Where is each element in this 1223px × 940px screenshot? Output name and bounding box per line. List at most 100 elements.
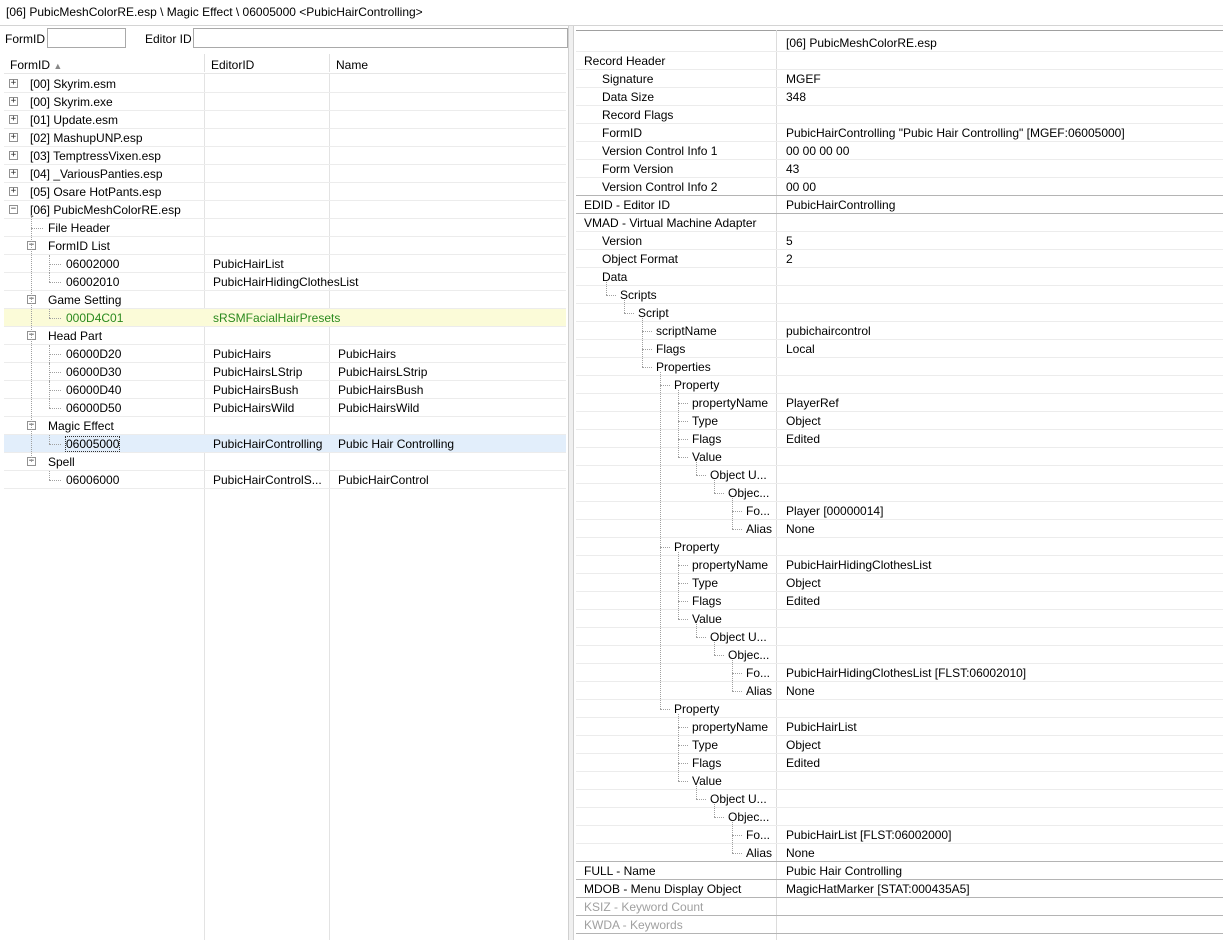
field-row-objec[interactable]: Objec... bbox=[576, 646, 1223, 664]
tree-row-record[interactable]: 06000D30 PubicHairsLStrip PubicHairsLStrip bbox=[4, 363, 566, 381]
tree-row-group[interactable]: − Spell bbox=[4, 453, 566, 471]
field-row-alias[interactable]: Alias None bbox=[576, 520, 1223, 538]
field-row-formid[interactable]: FormID PubicHairControlling "Pubic Hair C… bbox=[576, 124, 1223, 142]
field-row-type[interactable]: Type Object bbox=[576, 736, 1223, 754]
field-row-version[interactable]: Version 5 bbox=[576, 232, 1223, 250]
tree-row-file[interactable]: + [04] _VariousPanties.esp bbox=[4, 165, 566, 183]
expand-icon[interactable]: + bbox=[9, 187, 18, 196]
field-value: None bbox=[786, 846, 815, 860]
tree-row-record[interactable]: 06000D50 PubicHairsWild PubicHairsWild bbox=[4, 399, 566, 417]
field-row-value[interactable]: Value bbox=[576, 610, 1223, 628]
tree-row-file[interactable]: + [05] Osare HotPants.esp bbox=[4, 183, 566, 201]
field-row-flags[interactable]: Flags Local bbox=[576, 340, 1223, 358]
expand-icon[interactable]: + bbox=[9, 115, 18, 124]
field-row-object-format[interactable]: Object Format 2 bbox=[576, 250, 1223, 268]
field-row-property[interactable]: Property bbox=[576, 376, 1223, 394]
field-row-kwda-keywords[interactable]: KWDA - Keywords bbox=[576, 916, 1223, 934]
tree-row-file[interactable]: + [02] MashupUNP.esp bbox=[4, 129, 566, 147]
tree-row-group[interactable]: − Magic Effect bbox=[4, 417, 566, 435]
field-row-signature[interactable]: Signature MGEF bbox=[576, 70, 1223, 88]
field-row-edid-editor-id[interactable]: EDID - Editor ID PubicHairControlling bbox=[576, 196, 1223, 214]
editorid-filter-input[interactable] bbox=[193, 28, 568, 48]
tree-row-file[interactable]: + [03] TemptressVixen.esp bbox=[4, 147, 566, 165]
field-row-form-version[interactable]: Form Version 43 bbox=[576, 160, 1223, 178]
field-label: Version bbox=[602, 234, 643, 248]
formid-filter-label: FormID bbox=[5, 32, 45, 46]
expand-icon[interactable]: + bbox=[9, 79, 18, 88]
field-row-scriptname[interactable]: scriptName pubichaircontrol bbox=[576, 322, 1223, 340]
field-row-propertyname[interactable]: propertyName PlayerRef bbox=[576, 394, 1223, 412]
tree-row-record[interactable]: 06005000 PubicHairControlling Pubic Hair C… bbox=[4, 435, 566, 453]
column-header-editorid[interactable]: EditorID bbox=[211, 58, 254, 72]
field-row-value[interactable]: Value bbox=[576, 772, 1223, 790]
field-row-data[interactable]: Data bbox=[576, 268, 1223, 286]
field-row-flags[interactable]: Flags Edited bbox=[576, 430, 1223, 448]
tree-row-record[interactable]: 06002000 PubicHairList bbox=[4, 255, 566, 273]
column-header-formid[interactable]: FormID ▲ bbox=[10, 58, 62, 72]
field-row-alias[interactable]: Alias None bbox=[576, 682, 1223, 700]
field-label: Properties bbox=[656, 360, 711, 374]
field-row-record-flags[interactable]: Record Flags bbox=[576, 106, 1223, 124]
field-row-property[interactable]: Property bbox=[576, 700, 1223, 718]
expand-icon[interactable]: + bbox=[9, 97, 18, 106]
tree-name: PubicHairsWild bbox=[338, 401, 420, 415]
tree-row-file[interactable]: + [00] Skyrim.esm bbox=[4, 75, 566, 93]
tree-formid: [03] TemptressVixen.esp bbox=[30, 149, 161, 163]
field-label: Property bbox=[674, 540, 720, 554]
tree-row-group[interactable]: − FormID List bbox=[4, 237, 566, 255]
field-row-objec[interactable]: Objec... bbox=[576, 808, 1223, 826]
field-row-propertyname[interactable]: propertyName PubicHairList bbox=[576, 718, 1223, 736]
tree-row-record[interactable]: 06000D20 PubicHairs PubicHairs bbox=[4, 345, 566, 363]
field-row-data-size[interactable]: Data Size 348 bbox=[576, 88, 1223, 106]
field-row-record-header[interactable]: Record Header bbox=[576, 52, 1223, 70]
field-row-full-name[interactable]: FULL - Name Pubic Hair Controlling bbox=[576, 862, 1223, 880]
tree-formid: FormID List bbox=[48, 239, 111, 253]
field-row-object-u[interactable]: Object U... bbox=[576, 628, 1223, 646]
field-row-flags[interactable]: Flags Edited bbox=[576, 754, 1223, 772]
expand-icon[interactable]: + bbox=[9, 169, 18, 178]
field-row-property[interactable]: Property bbox=[576, 538, 1223, 556]
tree-row-record[interactable]: 06000D40 PubicHairsBush PubicHairsBush bbox=[4, 381, 566, 399]
field-row-type[interactable]: Type Object bbox=[576, 574, 1223, 592]
expand-icon[interactable]: + bbox=[9, 151, 18, 160]
field-row-alias[interactable]: Alias None bbox=[576, 844, 1223, 862]
field-row-value[interactable]: Value bbox=[576, 448, 1223, 466]
field-value: Edited bbox=[786, 432, 821, 446]
field-row-properties[interactable]: Properties bbox=[576, 358, 1223, 376]
field-row-propertyname[interactable]: propertyName PubicHairHidingClothesList bbox=[576, 556, 1223, 574]
pane-splitter[interactable] bbox=[568, 26, 574, 940]
field-row-scripts[interactable]: Scripts bbox=[576, 286, 1223, 304]
field-row-vmad-virtual-machine-adapter[interactable]: VMAD - Virtual Machine Adapter bbox=[576, 214, 1223, 232]
tree-row-record[interactable]: 000D4C01 sRSMFacialHairPresets bbox=[4, 309, 566, 327]
tree-formid: Spell bbox=[48, 455, 75, 469]
tree-row-file[interactable]: − [06] PubicMeshColorRE.esp bbox=[4, 201, 566, 219]
field-row-script[interactable]: Script bbox=[576, 304, 1223, 322]
field-row-fo[interactable]: Fo... PubicHairList [FLST:06002000] bbox=[576, 826, 1223, 844]
field-row-mdob-menu-display-object[interactable]: MDOB - Menu Display Object MagicHatMarker… bbox=[576, 880, 1223, 898]
field-row-fo[interactable]: Fo... PubicHairHidingClothesList [FLST:06… bbox=[576, 664, 1223, 682]
field-row-version-control-info-1[interactable]: Version Control Info 1 00 00 00 00 bbox=[576, 142, 1223, 160]
field-row-type[interactable]: Type Object bbox=[576, 412, 1223, 430]
tree-row-record[interactable]: 06006000 PubicHairControlS... PubicHairCon… bbox=[4, 471, 566, 489]
record-view-header: [06] PubicMeshColorRE.esp bbox=[576, 34, 1223, 52]
tree-formid: 06000D40 bbox=[66, 383, 122, 397]
field-row-fo[interactable]: Fo... Player [00000014] bbox=[576, 502, 1223, 520]
field-row-object-u[interactable]: Object U... bbox=[576, 790, 1223, 808]
collapse-icon[interactable]: − bbox=[9, 205, 18, 214]
expand-icon[interactable]: + bbox=[9, 133, 18, 142]
formid-filter-input[interactable] bbox=[47, 28, 126, 48]
field-row-version-control-info-2[interactable]: Version Control Info 2 00 00 bbox=[576, 178, 1223, 196]
field-row-flags[interactable]: Flags Edited bbox=[576, 592, 1223, 610]
tree-formid: [04] _VariousPanties.esp bbox=[30, 167, 163, 181]
tree-row-group[interactable]: − Head Part bbox=[4, 327, 566, 345]
field-row-object-u[interactable]: Object U... bbox=[576, 466, 1223, 484]
field-row-ksiz-keyword-count[interactable]: KSIZ - Keyword Count bbox=[576, 898, 1223, 916]
tree-row-file[interactable]: + [00] Skyrim.exe bbox=[4, 93, 566, 111]
editorid-filter-label: Editor ID bbox=[145, 32, 192, 46]
tree-row-file[interactable]: + [01] Update.esm bbox=[4, 111, 566, 129]
field-row-objec[interactable]: Objec... bbox=[576, 484, 1223, 502]
tree-row-record[interactable]: 06002010 PubicHairHidingClothesList bbox=[4, 273, 566, 291]
column-header-name[interactable]: Name bbox=[336, 58, 368, 72]
tree-row-group[interactable]: − Game Setting bbox=[4, 291, 566, 309]
tree-row-group[interactable]: File Header bbox=[4, 219, 566, 237]
